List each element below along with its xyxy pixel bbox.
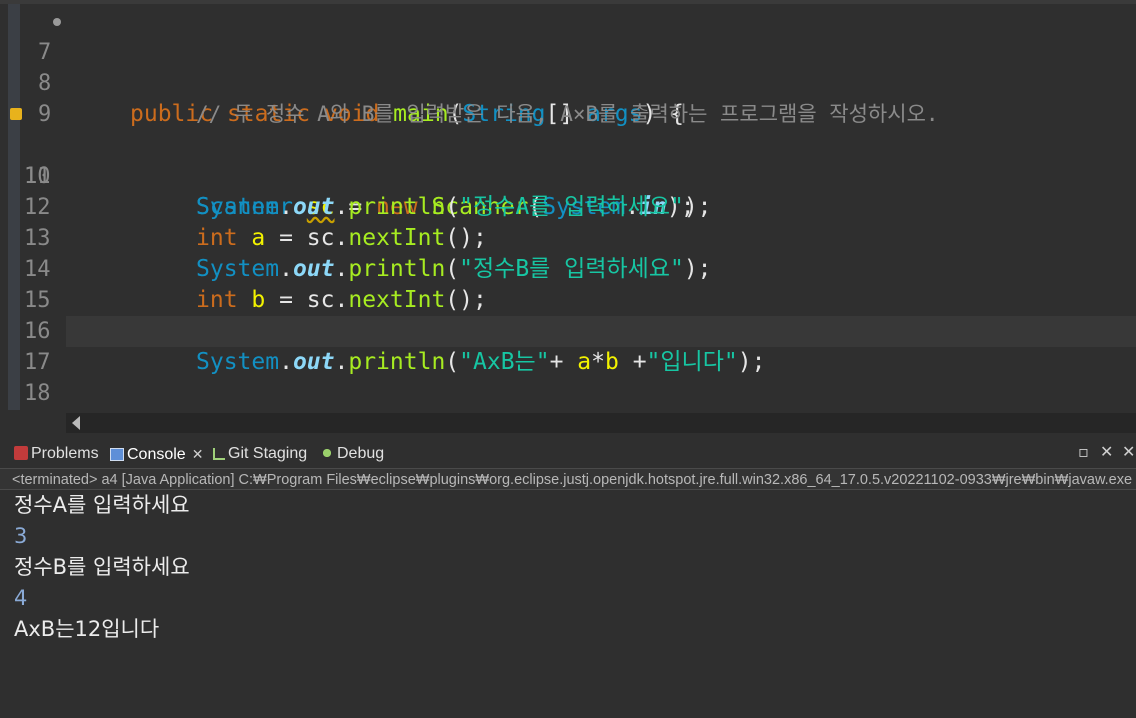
console-output-line: 정수A를 입력하세요: [14, 493, 190, 517]
code-line-10[interactable]: 10 Scanner sc = new Scanner(System.in);: [0, 99, 1136, 220]
console-output[interactable]: 정수A를 입력하세요 3 정수B를 입력하세요 4 AxB는12입니다: [0, 490, 1136, 718]
debug-icon: [320, 446, 334, 460]
minimize-icon[interactable]: ▫: [1078, 442, 1089, 461]
tab-git-staging[interactable]: Git Staging: [213, 436, 307, 468]
problems-icon: [14, 446, 28, 460]
tab-label: Git Staging: [228, 445, 308, 462]
tab-console[interactable]: Console ✕: [110, 436, 203, 468]
console-output-line: 정수B를 입력하세요: [14, 555, 190, 579]
code-line-19[interactable]: 19 }: [0, 378, 1136, 413]
close-icon[interactable]: ✕: [192, 446, 204, 462]
maximize-icon[interactable]: ✕: [1100, 442, 1113, 461]
code-line-18[interactable]: 18: [0, 347, 1136, 406]
close-panel-icon[interactable]: ✕: [1122, 442, 1135, 461]
tab-debug[interactable]: Debug: [320, 436, 384, 468]
code-line-14[interactable]: 14 int b = sc.nextInt();: [0, 223, 1136, 313]
editor-top-strip: [0, 0, 1136, 4]
tab-label: Problems: [31, 445, 99, 462]
code-line-12[interactable]: 12 int a = sc.nextInt();: [0, 161, 1136, 251]
bottom-panel-tabbar: Problems Console ✕ Git Staging Debug ▫ ✕ …: [0, 436, 1136, 468]
tab-label: Console: [127, 446, 186, 463]
console-icon: [110, 448, 124, 461]
code-line-7[interactable]: 7 public static void main(String[] args)…: [0, 6, 1136, 127]
warning-icon[interactable]: [10, 108, 22, 120]
horizontal-scrollbar[interactable]: [66, 413, 1136, 433]
console-input-line: 4: [14, 586, 28, 610]
code-editor[interactable]: 7 public static void main(String[] args)…: [0, 0, 1136, 413]
console-input-line: 3: [14, 524, 28, 548]
line-number: 16: [24, 319, 51, 344]
git-staging-icon: [213, 448, 225, 460]
code-line-15[interactable]: 15: [0, 254, 1136, 313]
code-line-16[interactable]: 16 System.out.println("AxB는"+ a*b +"입니다"…: [0, 285, 1136, 375]
scroll-left-arrow-icon[interactable]: [72, 416, 80, 430]
code-line-9[interactable]: 9: [0, 68, 1136, 127]
fold-collapse-icon[interactable]: [53, 18, 61, 26]
console-process-label: <terminated> a4 [Java Application] C:₩Pr…: [0, 468, 1136, 490]
editor-gutter-bottom: [0, 413, 66, 433]
code-line-11[interactable]: 11 System.out.println("정수A를 입력하세요");: [0, 130, 1136, 220]
code-line-8[interactable]: 8 // 두 정수 A와 B를 입력받은 다음, A×B를 출력하는 프로그램을…: [0, 37, 1136, 126]
tab-problems[interactable]: Problems: [14, 436, 99, 468]
code-line-17-current[interactable]: 17: [24, 316, 1136, 375]
tab-label: Debug: [337, 445, 385, 462]
console-output-line: AxB는12입니다: [14, 617, 160, 641]
code-line-13[interactable]: 13 System.out.println("정수B를 입력하세요");: [0, 192, 1136, 282]
